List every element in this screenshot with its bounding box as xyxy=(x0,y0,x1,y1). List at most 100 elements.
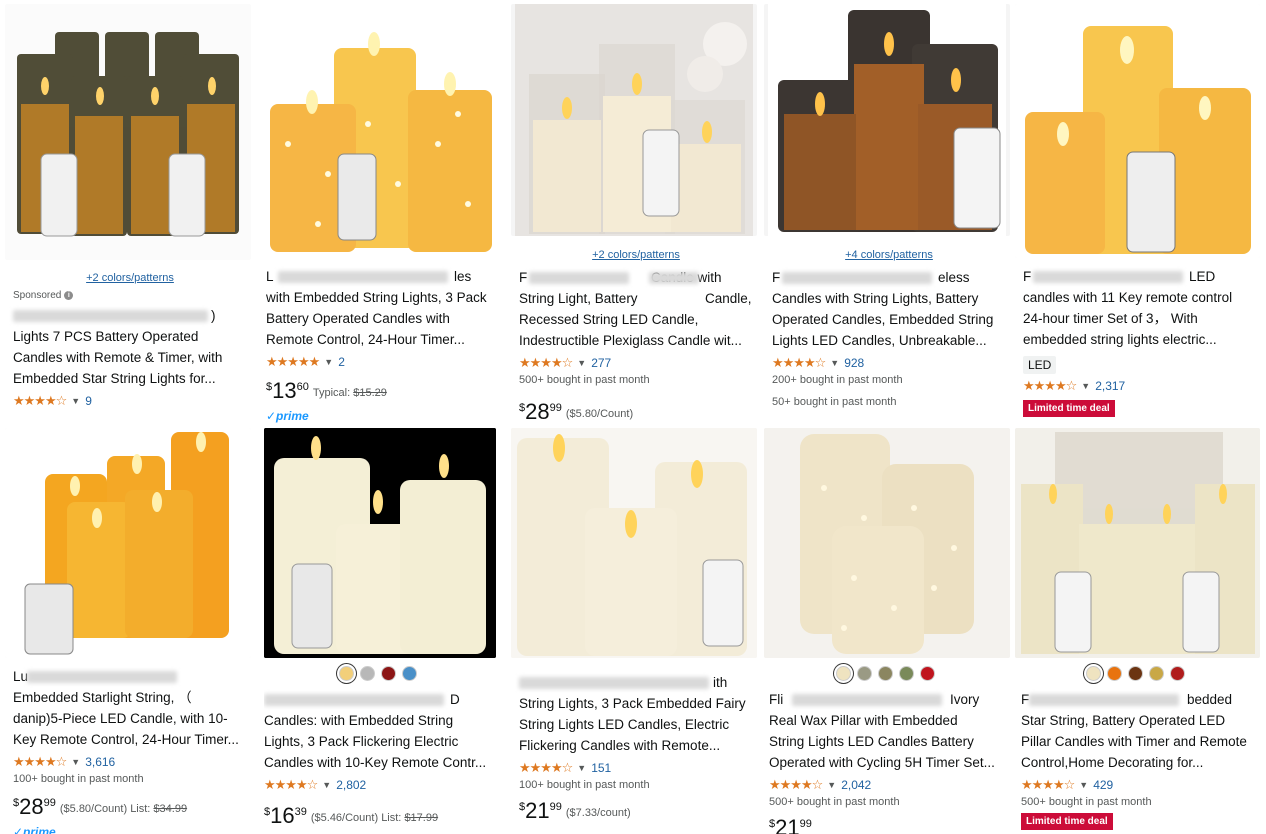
product-title[interactable]: ) Lights 7 PCS Battery Operated Candles … xyxy=(13,305,247,389)
rating[interactable]: ★★★★☆ ▼ 2,317 xyxy=(1023,377,1256,395)
price[interactable]: $21 99 xyxy=(764,816,1006,834)
chevron-down-icon[interactable]: ▼ xyxy=(577,763,586,773)
price[interactable]: $16 39 ($5.46/Count) List: $17.99 xyxy=(264,804,492,830)
product-title[interactable]: Feless Candles with String Lights, Batte… xyxy=(772,267,1006,351)
bought-past-month: 500+ bought in past month xyxy=(519,374,650,386)
prime-badge: ✓prime xyxy=(13,825,56,834)
product-card[interactable]: +2 colors/patterns FCandle with String L… xyxy=(511,4,757,424)
candle-set-image xyxy=(511,428,757,658)
color-swatch[interactable] xyxy=(339,666,354,681)
star-rating-icon: ★★★★★ xyxy=(266,354,320,369)
product-image[interactable] xyxy=(5,428,251,658)
price[interactable]: $13 60 Typical: $15.29 xyxy=(266,379,500,405)
chevron-down-icon[interactable]: ▼ xyxy=(324,357,333,367)
product-title[interactable]: Lu Embedded Starlight String, （ danip)5-… xyxy=(13,666,247,750)
product-card[interactable]: F LED candles with 11 Key remote control … xyxy=(1015,4,1260,424)
bought-past-month: 100+ bought in past month xyxy=(519,779,650,791)
product-card[interactable]: +2 colors/patterns Sponsored i ) Lights 7… xyxy=(5,4,251,424)
bought-past-month: 500+ bought in past month xyxy=(1021,796,1152,808)
rating[interactable]: ★★★★☆ ▼ 2,042 xyxy=(764,776,1006,794)
product-image[interactable] xyxy=(258,4,504,258)
color-swatch[interactable] xyxy=(1128,666,1143,681)
colors-patterns-link[interactable]: +4 colors/patterns xyxy=(772,249,1006,261)
redacted-text xyxy=(27,671,177,683)
chevron-down-icon[interactable]: ▼ xyxy=(577,358,586,368)
rating[interactable]: ★★★★☆ ▼ 3,616 xyxy=(13,753,247,771)
rating[interactable]: ★★★★☆ ▼ 151 xyxy=(519,759,753,777)
redacted-text xyxy=(13,310,208,322)
color-swatch[interactable] xyxy=(919,666,935,681)
chevron-down-icon[interactable]: ▼ xyxy=(827,780,836,790)
color-swatch[interactable] xyxy=(898,666,914,681)
candle-set-image xyxy=(768,4,1006,236)
chevron-down-icon[interactable]: ▼ xyxy=(1079,780,1088,790)
star-rating-icon: ★★★★☆ xyxy=(1021,777,1075,792)
info-icon[interactable]: i xyxy=(64,291,74,300)
product-image[interactable] xyxy=(1015,4,1260,258)
product-image[interactable] xyxy=(1015,428,1260,658)
product-image[interactable] xyxy=(264,428,496,658)
price[interactable]: $28 99 ($5.80/Count) List: $34.99 xyxy=(13,795,247,821)
product-image[interactable] xyxy=(764,428,1010,658)
redacted-text xyxy=(792,694,942,706)
star-rating-icon: ★★★★☆ xyxy=(519,760,573,775)
redacted-text xyxy=(519,677,709,689)
product-card[interactable]: Lles with Embedded String Lights, 3 Pack… xyxy=(258,4,504,424)
color-swatch[interactable] xyxy=(402,666,417,681)
candle-set-image xyxy=(258,4,504,258)
product-card[interactable]: +4 colors/patterns Feless Candles with S… xyxy=(764,4,1010,424)
sponsored-label: Sponsored i xyxy=(13,290,247,301)
product-card[interactable]: Fbedded Star String, Battery Operated LE… xyxy=(1015,428,1260,834)
redacted-text xyxy=(529,272,629,284)
product-image[interactable] xyxy=(5,4,251,260)
rating[interactable]: ★★★★☆ ▼ 928 xyxy=(772,354,1006,372)
rating[interactable]: ★★★★☆ ▼ 277 xyxy=(519,354,753,372)
rating[interactable]: ★★★★☆ ▼ 9 xyxy=(13,392,247,410)
chevron-down-icon[interactable]: ▼ xyxy=(71,757,80,767)
color-swatch[interactable] xyxy=(877,666,893,681)
chevron-down-icon[interactable]: ▼ xyxy=(71,396,80,406)
chevron-down-icon[interactable]: ▼ xyxy=(322,780,331,790)
candle-set-image xyxy=(264,428,496,658)
product-card[interactable]: Fli Ivory Real Wax Pillar with Embedded S… xyxy=(764,428,1010,834)
prime-badge: ✓prime xyxy=(266,409,309,423)
product-card[interactable]: D Candles: with Embedded String Lights, … xyxy=(264,428,496,834)
product-title[interactable]: F LED candles with 11 Key remote control … xyxy=(1023,266,1256,350)
chevron-down-icon[interactable]: ▼ xyxy=(830,358,839,368)
led-badge: LED xyxy=(1023,356,1057,374)
color-swatch[interactable] xyxy=(856,666,872,681)
product-title[interactable]: Fli Ivory Real Wax Pillar with Embedded S… xyxy=(764,689,1006,773)
product-title[interactable]: Fbedded Star String, Battery Operated LE… xyxy=(1015,689,1256,773)
redacted-text xyxy=(264,694,444,706)
candle-set-image xyxy=(1015,4,1260,258)
color-swatch[interactable] xyxy=(1170,666,1185,681)
candle-set-image xyxy=(5,4,251,260)
price[interactable]: $21 99 ($7.33/count) xyxy=(519,799,753,825)
product-title[interactable]: Lles with Embedded String Lights, 3 Pack… xyxy=(266,266,500,350)
redacted-text xyxy=(278,271,448,283)
product-image[interactable] xyxy=(764,4,1010,236)
product-image[interactable] xyxy=(511,4,757,236)
bought-past-month: 50+ bought in past month xyxy=(772,396,897,408)
product-title[interactable]: ith String Lights, 3 Pack Embedded Fairy… xyxy=(519,672,753,756)
colors-patterns-link[interactable]: +2 colors/patterns xyxy=(519,249,753,261)
bought-past-month: 200+ bought in past month xyxy=(772,374,903,386)
rating[interactable]: ★★★★★ ▼ 2 xyxy=(266,353,500,371)
product-image[interactable] xyxy=(511,428,757,658)
color-swatch[interactable] xyxy=(381,666,396,681)
star-rating-icon: ★★★★☆ xyxy=(519,355,573,370)
rating[interactable]: ★★★★☆ ▼ 2,802 xyxy=(264,776,492,794)
product-title[interactable]: D Candles: with Embedded String Lights, … xyxy=(264,689,492,773)
product-card[interactable]: ith String Lights, 3 Pack Embedded Fairy… xyxy=(511,428,757,834)
product-card[interactable]: Lu Embedded Starlight String, （ danip)5-… xyxy=(5,428,251,834)
product-title[interactable]: FCandle with String Light, BatteryCandle… xyxy=(519,267,753,351)
colors-patterns-link[interactable]: +2 colors/patterns xyxy=(13,272,247,284)
color-swatch[interactable] xyxy=(360,666,375,681)
rating[interactable]: ★★★★☆ ▼ 429 xyxy=(1015,776,1256,794)
chevron-down-icon[interactable]: ▼ xyxy=(1081,381,1090,391)
color-swatch[interactable] xyxy=(1086,666,1101,681)
color-swatch[interactable] xyxy=(835,666,851,681)
price[interactable]: $28 99 ($5.80/Count) xyxy=(519,400,753,424)
color-swatch[interactable] xyxy=(1149,666,1164,681)
color-swatch[interactable] xyxy=(1107,666,1122,681)
